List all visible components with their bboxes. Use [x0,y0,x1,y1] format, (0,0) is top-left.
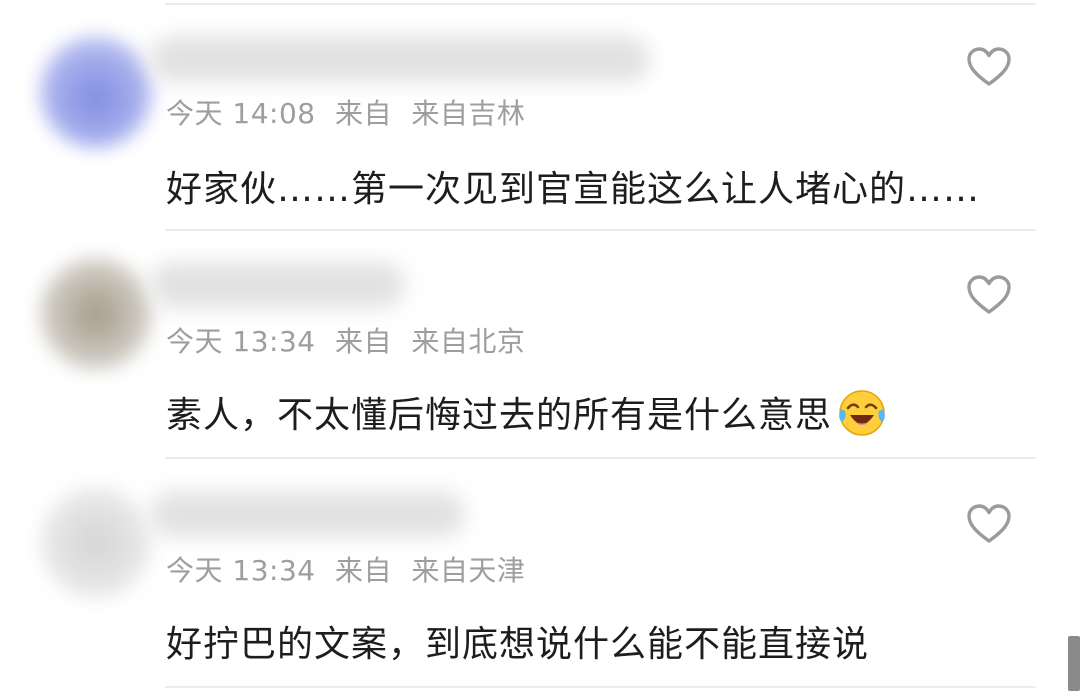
comment-meta: 今天 13:34 来自 来自北京 [166,320,525,360]
scrollbar-thumb[interactable] [1068,636,1080,691]
comment-item[interactable]: 今天 13:34 来自 来自天津 好拧巴的文案，到底想说什么能不能直接说 [0,457,1080,687]
comment-location: 来自北京 [411,325,526,358]
comment-source-label: 来自 [335,325,393,358]
avatar[interactable] [40,487,152,599]
comment-item[interactable]: 今天 13:34 来自 来自北京 素人，不太懂后悔过去的所有是什么意思 [0,228,1080,458]
comment-source-label: 来自 [335,554,393,587]
comment-location: 来自天津 [411,554,526,587]
comment-text: 好拧巴的文案，到底想说什么能不能直接说 [166,624,870,665]
comment-item[interactable]: 今天 14:08 来自 来自吉林 好家伙……第一次见到官宣能这么让人堵心的…… [0,0,1080,230]
comment-time: 今天 14:08 [166,97,316,130]
comment-meta: 今天 13:34 来自 来自天津 [166,549,525,589]
comment-meta: 今天 14:08 来自 来自吉林 [166,92,525,132]
comment-time: 今天 13:34 [166,325,316,358]
laughing-crying-emoji [839,390,885,436]
avatar[interactable] [40,36,152,148]
comment-text-content: 素人，不太懂后悔过去的所有是什么意思 [166,395,833,436]
divider [165,686,1036,688]
comment-list-screen: 今天 14:08 来自 来自吉林 好家伙……第一次见到官宣能这么让人堵心的…… … [0,0,1080,691]
heart-outline-icon[interactable] [966,274,1012,316]
username-redacted[interactable] [150,262,405,308]
comment-time: 今天 13:34 [166,554,316,587]
avatar[interactable] [40,258,152,370]
heart-outline-icon[interactable] [966,46,1012,88]
comment-text: 好家伙……第一次见到官宣能这么让人堵心的…… [166,169,981,210]
username-redacted[interactable] [150,491,465,537]
comment-source-label: 来自 [335,97,393,130]
username-redacted[interactable] [150,36,650,82]
heart-outline-icon[interactable] [966,503,1012,545]
comment-text: 素人，不太懂后悔过去的所有是什么意思 [166,386,888,439]
comment-location: 来自吉林 [411,97,526,130]
